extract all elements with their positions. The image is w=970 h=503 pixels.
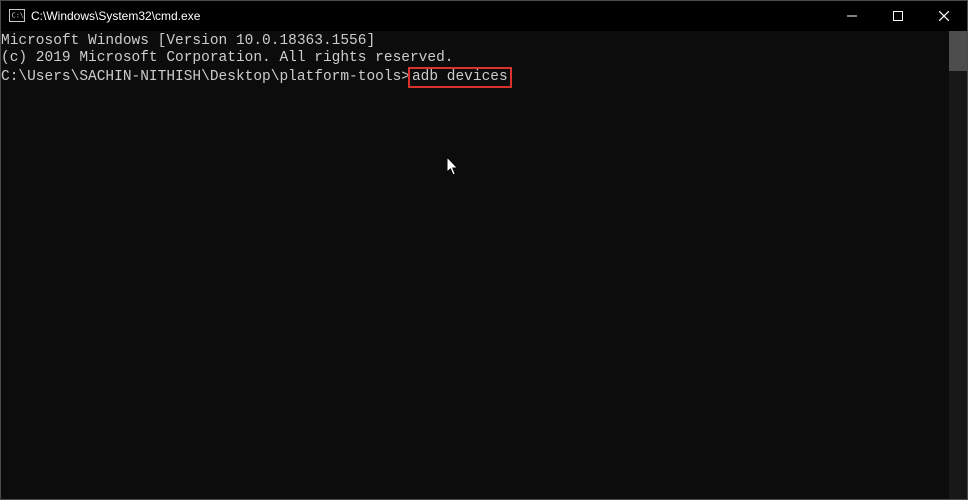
close-button[interactable] [921,1,967,31]
client-area: Microsoft Windows [Version 10.0.18363.15… [1,31,967,499]
command-highlight: adb devices [408,67,512,88]
titlebar[interactable]: C:\ C:\Windows\System32\cmd.exe [1,1,967,31]
maximize-icon [893,11,903,21]
minimize-button[interactable] [829,1,875,31]
minimize-icon [847,11,857,21]
terminal-output[interactable]: Microsoft Windows [Version 10.0.18363.15… [1,31,949,499]
cmd-window: C:\ C:\Windows\System32\cmd.exe [0,0,968,500]
window-title: C:\Windows\System32\cmd.exe [31,9,200,23]
cmd-icon: C:\ [9,8,25,24]
terminal-prompt-line: C:\Users\SACHIN-NITHISH\Desktop\platform… [1,67,949,88]
maximize-button[interactable] [875,1,921,31]
vertical-scrollbar[interactable] [949,31,967,499]
terminal-line: (c) 2019 Microsoft Corporation. All righ… [1,50,949,67]
close-icon [939,11,949,21]
window-controls [829,1,967,31]
terminal-command: adb devices [412,69,508,85]
terminal-line: Microsoft Windows [Version 10.0.18363.15… [1,33,949,50]
svg-text:C:\: C:\ [12,12,25,20]
scrollbar-thumb[interactable] [949,31,967,71]
terminal-prompt: C:\Users\SACHIN-NITHISH\Desktop\platform… [1,69,410,85]
